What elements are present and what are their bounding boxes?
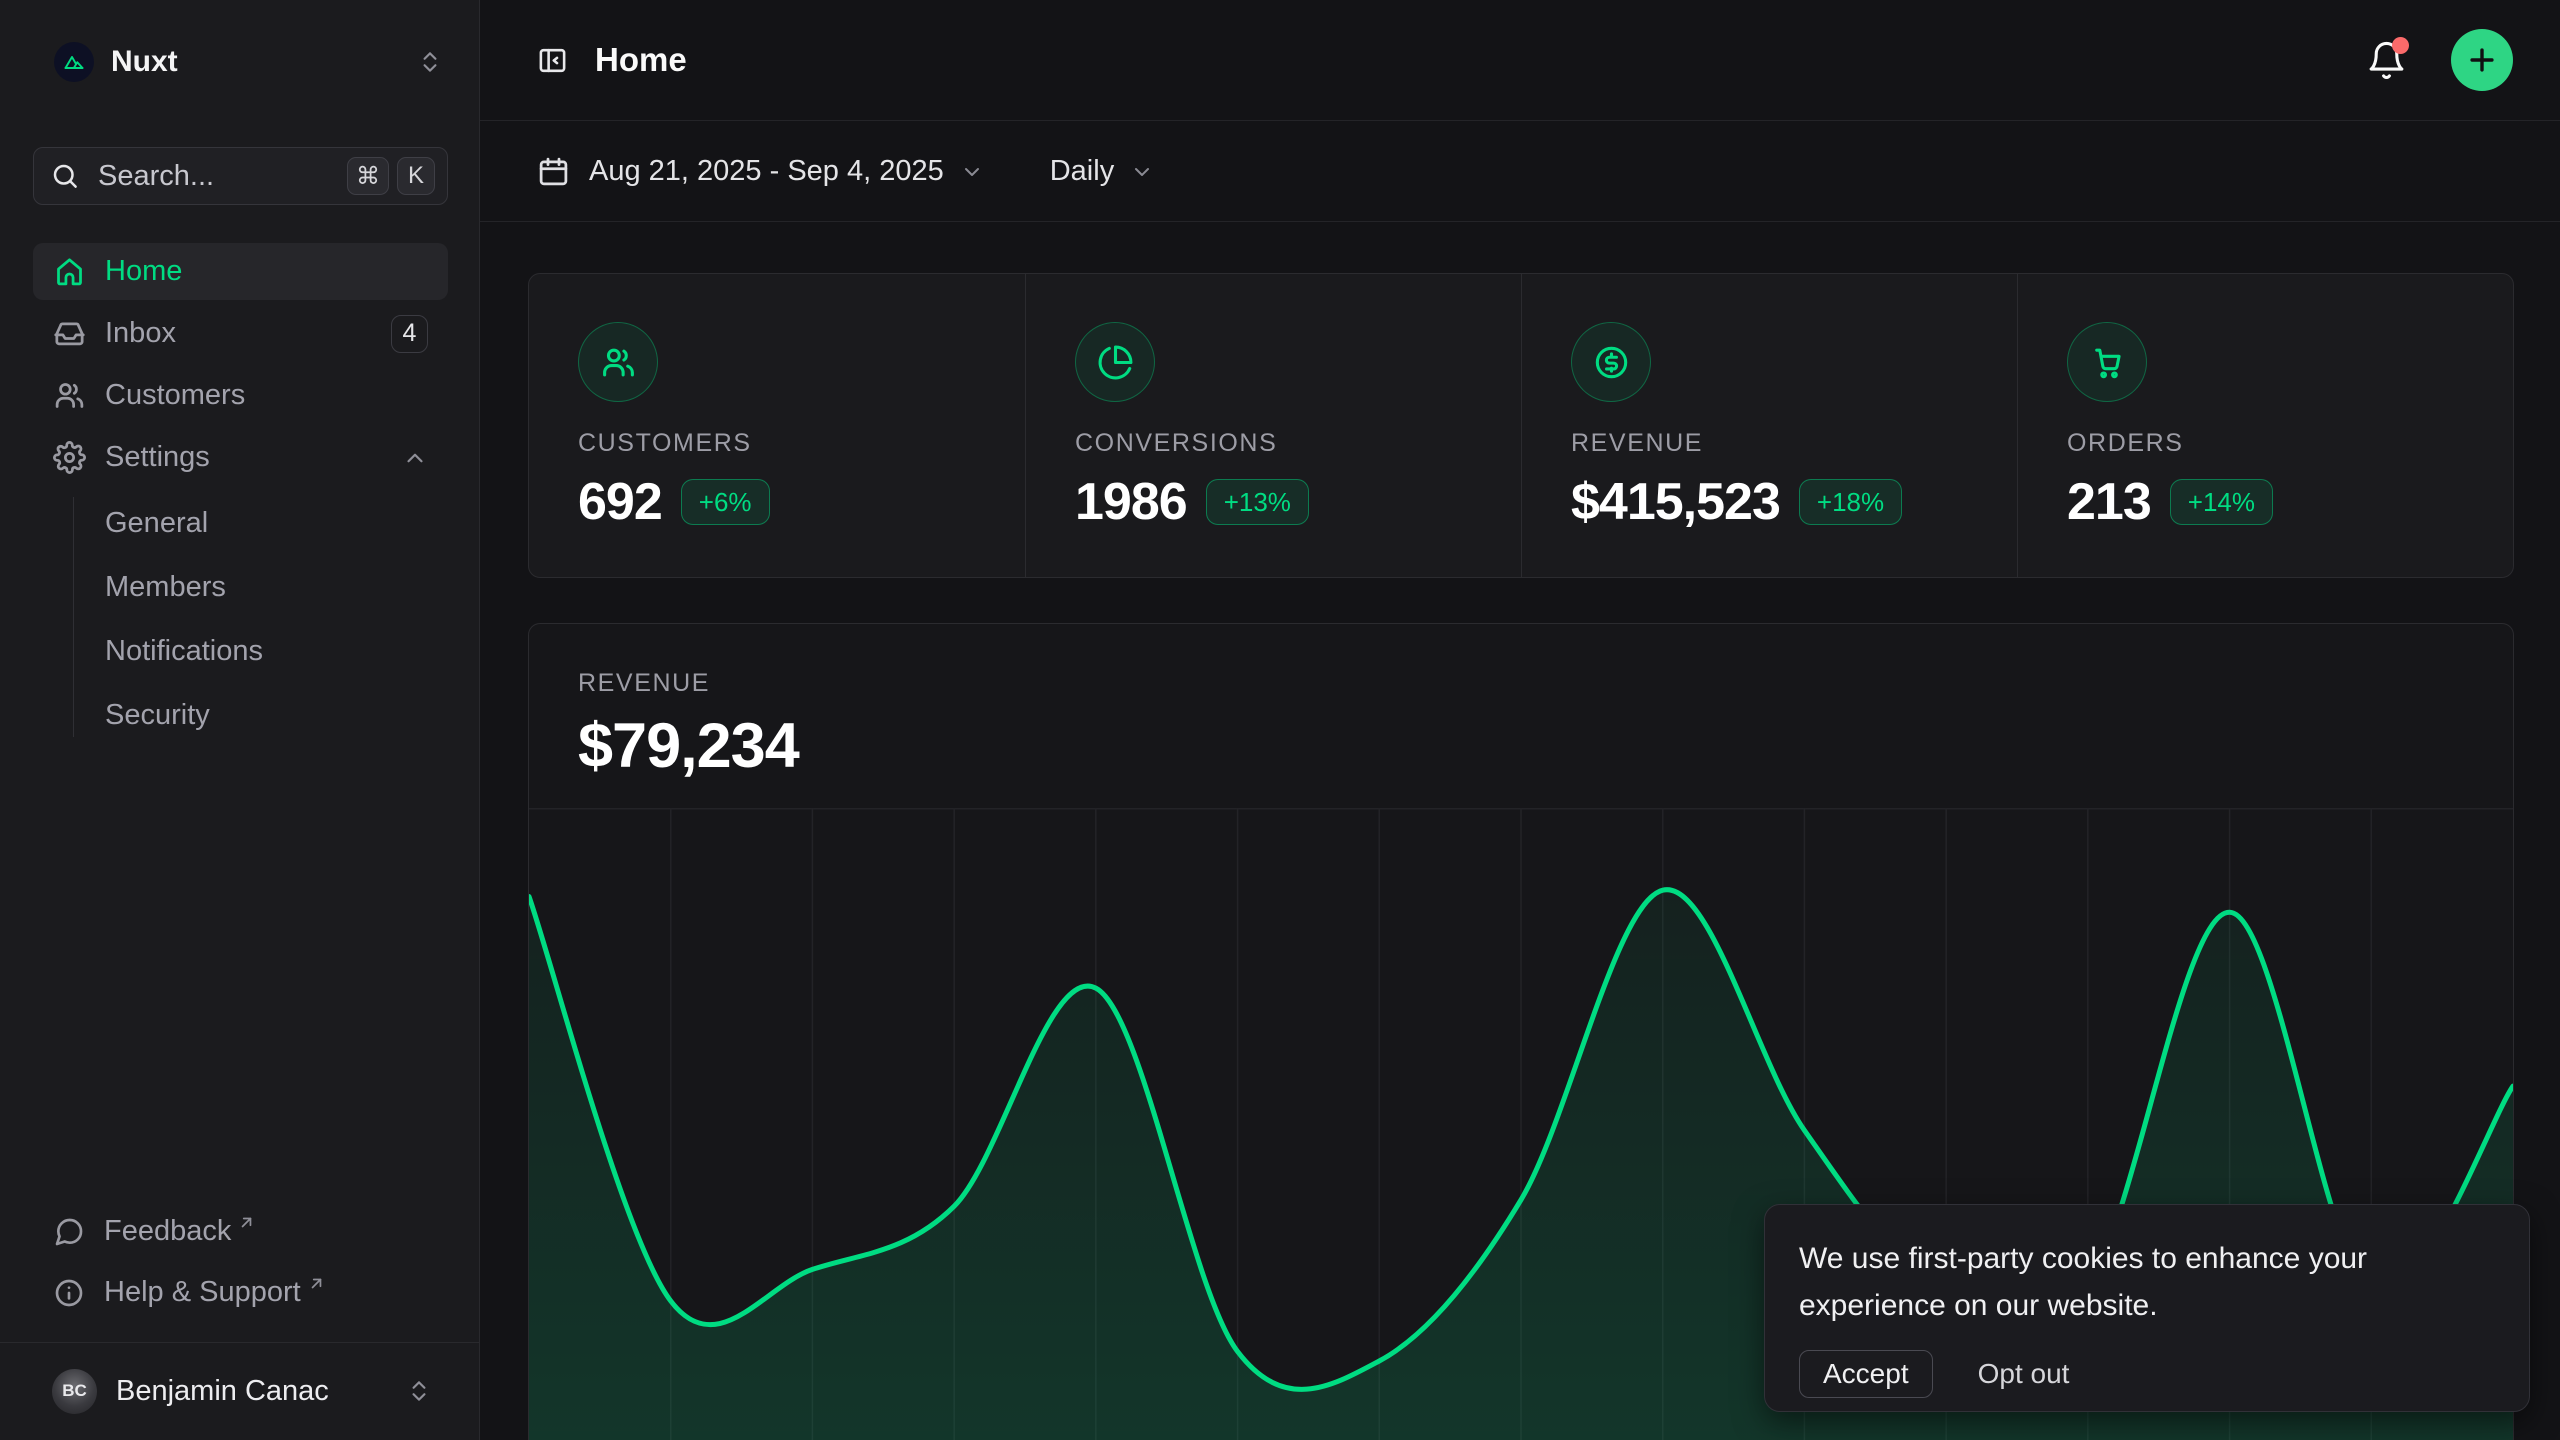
external-link-icon [307, 1274, 326, 1293]
stat-value: 692 [578, 472, 662, 532]
filters-toolbar: Aug 21, 2025 - Sep 4, 2025 Daily [480, 122, 2560, 222]
sidebar-item-security[interactable]: Security [105, 683, 448, 747]
workspace-switcher[interactable]: Nuxt [54, 40, 443, 84]
user-name: Benjamin Canac [116, 1375, 329, 1408]
chevrons-up-down-icon [417, 49, 443, 75]
users-icon [578, 322, 658, 402]
add-button[interactable] [2451, 29, 2513, 91]
stat-label: CUSTOMERS [578, 429, 1005, 458]
opt-out-button[interactable]: Opt out [1978, 1358, 2070, 1390]
notification-dot [2392, 37, 2409, 54]
sidebar-item-members[interactable]: Members [105, 555, 448, 619]
sidebar-nav: Home Inbox 4 Customers Settings [33, 243, 448, 747]
stat-value: 213 [2067, 472, 2151, 532]
inbox-icon [53, 317, 86, 350]
sidebar-item-notifications[interactable]: Notifications [105, 619, 448, 683]
stat-label: CONVERSIONS [1075, 429, 1501, 458]
search-input[interactable]: ⌘ K [33, 147, 448, 205]
sidebar-divider [0, 1342, 479, 1343]
accept-button[interactable]: Accept [1799, 1350, 1933, 1398]
stat-label: ORDERS [2067, 429, 2493, 458]
notifications-button[interactable] [2366, 40, 2407, 81]
stat-card-customers[interactable]: CUSTOMERS 692 +6% [529, 274, 1025, 577]
granularity-select[interactable]: Daily [1050, 155, 1154, 188]
users-icon [53, 379, 86, 412]
sidebar-item-customers[interactable]: Customers [33, 367, 448, 424]
plus-icon [2465, 43, 2499, 77]
revenue-label: REVENUE [578, 669, 2513, 698]
sidebar-footer-links: Feedback Help & Support [33, 1201, 448, 1323]
stats-row: CUSTOMERS 692 +6% CONVERSIONS 1986 +13% … [528, 273, 2514, 578]
chevron-down-icon [960, 160, 984, 184]
chevron-up-icon [402, 445, 428, 471]
sidebar-item-general[interactable]: General [105, 491, 448, 555]
avatar: BC [52, 1369, 97, 1414]
user-menu[interactable]: BC Benjamin Canac [33, 1356, 448, 1426]
nuxt-logo-icon [54, 42, 94, 82]
date-range-value: Aug 21, 2025 - Sep 4, 2025 [589, 155, 944, 188]
stat-card-conversions[interactable]: CONVERSIONS 1986 +13% [1025, 274, 1521, 577]
calendar-icon [537, 155, 570, 188]
sidebar-item-settings[interactable]: Settings [33, 429, 448, 486]
info-circle-icon [53, 1277, 85, 1309]
kbd-cmd: ⌘ [347, 157, 389, 195]
gear-icon [53, 441, 86, 474]
sidebar-item-home[interactable]: Home [33, 243, 448, 300]
cookie-consent-toast: We use first-party cookies to enhance yo… [1764, 1204, 2530, 1412]
search-field[interactable] [96, 159, 339, 194]
revenue-value: $79,234 [578, 710, 2513, 782]
search-icon [50, 161, 80, 191]
page-header: Home [480, 0, 2560, 121]
collapse-sidebar-icon[interactable] [537, 45, 568, 76]
sidebar-item-inbox[interactable]: Inbox 4 [33, 305, 448, 362]
page-title: Home [595, 41, 687, 79]
stat-delta-badge: +6% [681, 479, 770, 525]
stat-card-revenue[interactable]: REVENUE $415,523 +18% [1521, 274, 2017, 577]
brand-name: Nuxt [111, 45, 178, 79]
chevron-down-icon [1130, 160, 1154, 184]
message-bubble-icon [53, 1216, 85, 1248]
stat-delta-badge: +13% [1206, 479, 1309, 525]
shopping-cart-icon [2067, 322, 2147, 402]
subnav-guide-line [73, 497, 74, 737]
date-range-picker[interactable]: Aug 21, 2025 - Sep 4, 2025 [537, 155, 984, 188]
stat-delta-badge: +18% [1799, 479, 1902, 525]
settings-subnav: General Members Notifications Security [33, 491, 448, 747]
circle-dollar-icon [1571, 322, 1651, 402]
home-icon [53, 255, 86, 288]
kbd-k: K [397, 157, 435, 195]
help-support-link[interactable]: Help & Support [33, 1262, 448, 1323]
cookie-message: We use first-party cookies to enhance yo… [1799, 1235, 2409, 1329]
external-link-icon [237, 1213, 256, 1232]
stat-value: 1986 [1075, 472, 1187, 532]
feedback-link[interactable]: Feedback [33, 1201, 448, 1262]
stat-delta-badge: +14% [2170, 479, 2273, 525]
inbox-count-badge: 4 [391, 315, 428, 353]
chevrons-up-down-icon [406, 1378, 432, 1404]
granularity-value: Daily [1050, 155, 1114, 188]
pie-chart-icon [1075, 322, 1155, 402]
stat-label: REVENUE [1571, 429, 1997, 458]
sidebar: Nuxt ⌘ K Home Inbox 4 [0, 0, 480, 1440]
stat-value: $415,523 [1571, 472, 1780, 532]
stat-card-orders[interactable]: ORDERS 213 +14% [2017, 274, 2513, 577]
